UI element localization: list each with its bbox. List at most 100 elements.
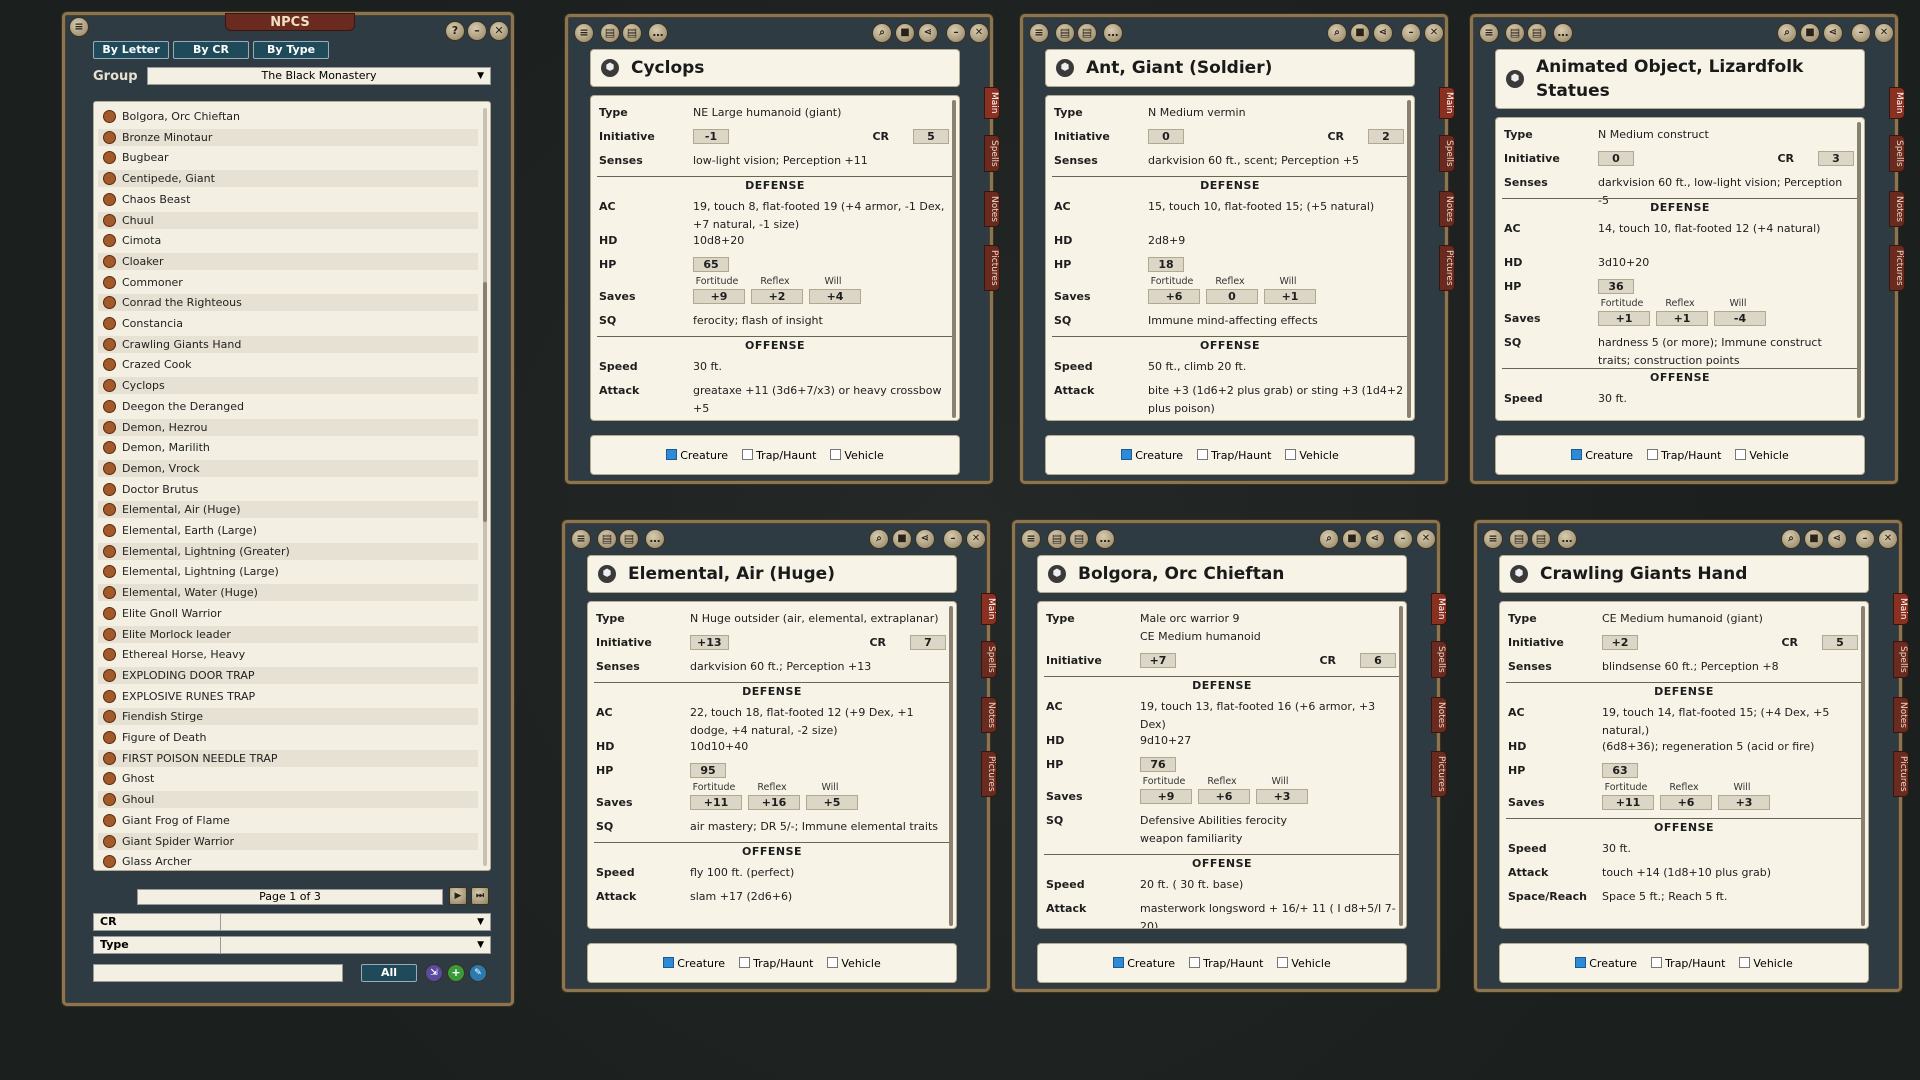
last-page-icon[interactable]: ⏭ [471, 887, 489, 905]
tab-spells[interactable]: Spells [984, 135, 1000, 172]
portrait-icon[interactable]: ⬢ [1506, 70, 1524, 88]
export-icon[interactable]: ▤ [1527, 23, 1547, 43]
stat-box-cr[interactable]: 3 [1818, 151, 1854, 166]
notes-icon[interactable]: ▤ [1047, 529, 1067, 549]
option-trap[interactable]: Trap/Haunt [739, 956, 813, 970]
sheet-name[interactable]: Ant, Giant (Soldier) [1086, 56, 1272, 80]
save-fort[interactable]: +1 [1598, 311, 1650, 326]
checkbox-trap[interactable] [1197, 448, 1209, 460]
stat-box-cr[interactable]: 6 [1360, 653, 1396, 668]
stat-box-hp[interactable]: 65 [693, 257, 729, 272]
list-item[interactable]: Centipede, Giant [98, 170, 478, 188]
option-trap[interactable]: Trap/Haunt [742, 448, 816, 462]
next-page-icon[interactable]: ▶ [449, 887, 467, 905]
chat-icon[interactable]: … [1553, 23, 1573, 43]
stat-box-initiative[interactable]: +13 [690, 635, 729, 650]
tab-main[interactable]: Main [1431, 593, 1447, 625]
checkbox-trap[interactable] [742, 448, 754, 460]
tab-pictures[interactable]: Pictures [981, 751, 997, 797]
option-creature[interactable]: Creature [663, 956, 725, 970]
share-icon[interactable]: ⋖ [1373, 23, 1393, 43]
chat-icon[interactable]: … [1557, 529, 1577, 549]
checkbox-vehicle[interactable] [1277, 956, 1289, 968]
save-will[interactable]: +5 [806, 795, 858, 810]
menu-icon[interactable]: ≡ [1029, 23, 1049, 43]
minimize-icon[interactable]: – [1393, 529, 1413, 549]
share-icon[interactable]: ⋖ [1827, 529, 1847, 549]
portrait-icon[interactable]: ⬢ [601, 59, 619, 77]
checkbox-creature[interactable] [1571, 448, 1583, 460]
tab-by-cr[interactable]: By CR [173, 41, 249, 59]
checkbox-vehicle[interactable] [1285, 448, 1297, 460]
body-scrollbar[interactable] [1857, 122, 1861, 418]
option-vehicle[interactable]: Vehicle [827, 956, 881, 970]
all-button[interactable]: All [361, 964, 417, 982]
list-item[interactable]: Glass Archer [98, 853, 478, 870]
menu-icon[interactable]: ≡ [69, 17, 89, 37]
option-vehicle[interactable]: Vehicle [830, 448, 884, 462]
import-icon[interactable]: ⇲ [425, 964, 443, 982]
list-item[interactable]: Giant Spider Warrior [98, 832, 478, 850]
filter-type[interactable]: Type ▼ [93, 936, 491, 954]
filter-cr[interactable]: CR ▼ [93, 913, 491, 931]
close-icon[interactable]: ✕ [1416, 529, 1436, 549]
list-item[interactable]: Chuul [98, 211, 478, 229]
export-icon[interactable]: ▤ [1077, 23, 1097, 43]
checkbox-trap[interactable] [1189, 956, 1201, 968]
save-ref[interactable]: +6 [1198, 789, 1250, 804]
tab-pictures[interactable]: Pictures [984, 245, 1000, 291]
tab-by-letter[interactable]: By Letter [93, 41, 169, 59]
save-fort[interactable]: +11 [1602, 795, 1654, 810]
search-icon[interactable]: ⌕ [869, 529, 889, 549]
list-item[interactable]: Deegon the Deranged [98, 398, 478, 415]
minimize-icon[interactable]: – [1851, 23, 1871, 43]
save-ref[interactable]: +1 [1656, 311, 1708, 326]
list-item[interactable]: Chaos Beast [98, 191, 478, 208]
menu-icon[interactable]: ≡ [1021, 529, 1041, 549]
save-ref[interactable]: +2 [751, 289, 803, 304]
save-fort[interactable]: +9 [693, 289, 745, 304]
search-icon[interactable]: ⌕ [1319, 529, 1339, 549]
minimize-icon[interactable]: – [467, 21, 487, 41]
portrait-icon[interactable]: ⬢ [598, 565, 616, 583]
tab-spells[interactable]: Spells [1889, 135, 1905, 172]
option-vehicle[interactable]: Vehicle [1735, 448, 1789, 462]
lock-icon[interactable]: ■ [1804, 529, 1824, 549]
tab-notes[interactable]: Notes [1889, 191, 1905, 227]
list-item[interactable]: Demon, Marilith [98, 439, 478, 456]
lock-icon[interactable]: ■ [892, 529, 912, 549]
stat-box-cr[interactable]: 5 [1822, 635, 1858, 650]
notes-icon[interactable]: ▤ [1509, 529, 1529, 549]
notes-icon[interactable]: ▤ [1055, 23, 1075, 43]
menu-icon[interactable]: ≡ [574, 23, 594, 43]
share-icon[interactable]: ⋖ [915, 529, 935, 549]
close-icon[interactable]: ✕ [1878, 529, 1898, 549]
checkbox-creature[interactable] [1575, 956, 1587, 968]
option-creature[interactable]: Creature [1571, 448, 1633, 462]
save-will[interactable]: -4 [1714, 311, 1766, 326]
save-fort[interactable]: +11 [690, 795, 742, 810]
list-item[interactable]: Elemental, Lightning (Greater) [98, 542, 478, 560]
list-item[interactable]: Demon, Vrock [98, 459, 478, 477]
menu-icon[interactable]: ≡ [1483, 529, 1503, 549]
tab-pictures[interactable]: Pictures [1431, 751, 1447, 797]
save-fort[interactable]: +6 [1148, 289, 1200, 304]
checkbox-vehicle[interactable] [1739, 956, 1751, 968]
tab-pictures[interactable]: Pictures [1893, 751, 1909, 797]
list-item[interactable]: Bugbear [98, 149, 478, 166]
lock-icon[interactable]: ■ [895, 23, 915, 43]
save-will[interactable]: +3 [1718, 795, 1770, 810]
checkbox-trap[interactable] [1651, 956, 1663, 968]
save-ref[interactable]: +6 [1660, 795, 1712, 810]
list-item[interactable]: Elite Morlock leader [98, 625, 478, 643]
minimize-icon[interactable]: – [1401, 23, 1421, 43]
tab-pictures[interactable]: Pictures [1439, 245, 1455, 291]
list-item[interactable]: Crawling Giants Hand [98, 335, 478, 353]
close-icon[interactable]: ✕ [489, 21, 509, 41]
body-scrollbar[interactable] [1407, 100, 1411, 418]
option-trap[interactable]: Trap/Haunt [1189, 956, 1263, 970]
option-trap[interactable]: Trap/Haunt [1647, 448, 1721, 462]
list-item[interactable]: EXPLODING DOOR TRAP [98, 666, 478, 684]
tab-notes[interactable]: Notes [1431, 697, 1447, 733]
share-icon[interactable]: ⋖ [1823, 23, 1843, 43]
